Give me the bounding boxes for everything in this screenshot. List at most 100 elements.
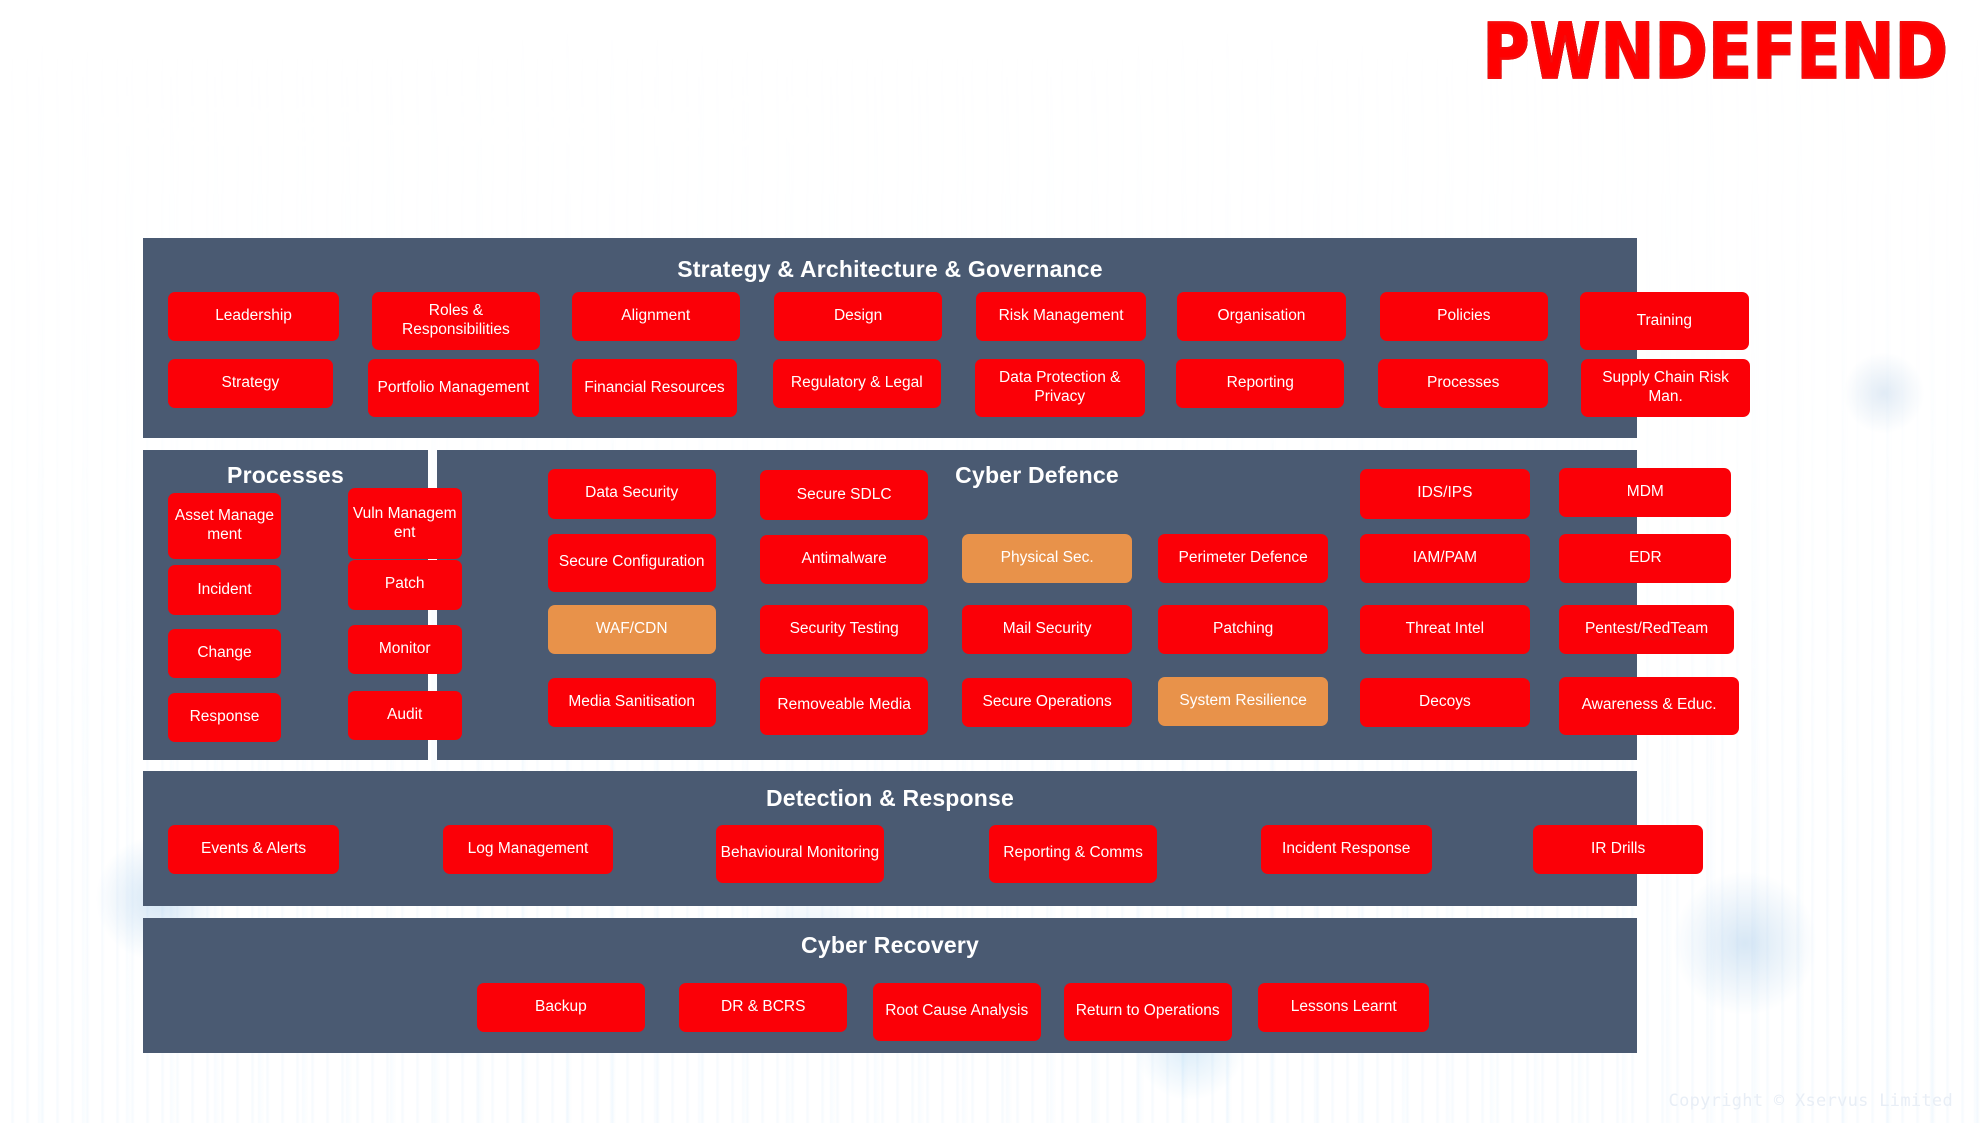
capability-tile-label: Behavioural Monitoring [720, 844, 880, 862]
capability-tile[interactable]: Processes [1378, 359, 1548, 409]
capability-tile[interactable]: Training [1579, 292, 1750, 351]
capability-tile[interactable]: Data Protection & Privacy [975, 359, 1145, 418]
capability-tile-label: Media Sanitisation [568, 693, 696, 711]
capability-tile[interactable]: Awareness & Educ. [1559, 676, 1739, 735]
capability-tile[interactable]: Decoys [1359, 677, 1531, 728]
capability-tile[interactable]: WAF/CDN [547, 604, 716, 654]
capability-tile[interactable]: Log Management [442, 824, 614, 874]
capability-tile[interactable]: IDS/IPS [1359, 469, 1531, 519]
capability-tile-label: Return to Operations [1075, 1002, 1220, 1020]
capability-tile-label: Alignment [621, 307, 691, 325]
capability-tile[interactable]: Audit [347, 690, 462, 740]
capability-tile-label: Vuln Management [352, 504, 457, 541]
capability-tile-label: EDR [1628, 548, 1662, 566]
capability-tile-label: Roles & Responsibilities [402, 302, 510, 339]
capability-tile-label: Data Security [585, 484, 679, 502]
capability-tile[interactable]: Reporting & Comms [988, 824, 1158, 883]
capability-tile-label: Log Management [467, 839, 589, 857]
capability-tile[interactable]: Regulatory & Legal [772, 359, 941, 409]
capability-tile[interactable]: Physical Sec. [962, 533, 1132, 583]
capability-tile-label: Organisation [1217, 307, 1306, 325]
capability-tile[interactable]: Alignment [571, 292, 740, 342]
capability-tile[interactable]: Security Testing [760, 604, 929, 654]
capability-tile[interactable]: Patch [347, 560, 462, 610]
capability-tile-label: Design [833, 307, 883, 325]
capability-tile[interactable]: Monitor [347, 624, 462, 675]
capability-tile[interactable]: Strategy [168, 359, 333, 409]
capability-tile[interactable]: Removeable Media [760, 676, 929, 735]
capability-tile[interactable]: Secure Configuration [547, 533, 716, 592]
capability-tile[interactable]: Financial Resources [571, 359, 738, 418]
capability-tile[interactable]: Antimalware [760, 534, 929, 585]
section-strategy-title: Strategy & Architecture & Governance [677, 256, 1103, 282]
capability-tile[interactable]: Organisation [1177, 292, 1346, 342]
capability-tile[interactable]: Risk Management [976, 292, 1146, 342]
capability-tile[interactable]: Mail Security [962, 604, 1132, 654]
section-detection-response-title: Detection & Response [765, 785, 1015, 811]
capability-tile-label: Secure SDLC [796, 485, 892, 503]
capability-tile[interactable]: Behavioural Monitoring [715, 824, 884, 883]
capability-tile[interactable]: Secure Operations [962, 677, 1132, 728]
capability-tile-label: Awareness & Educ. [1581, 696, 1717, 714]
capability-tile[interactable]: Portfolio Management [368, 359, 539, 418]
capability-tile-label: IR Drills [1591, 839, 1646, 857]
capability-tile[interactable]: MDM [1559, 467, 1732, 518]
capability-tile[interactable]: Patching [1158, 604, 1328, 654]
capability-tile-label: Secure Operations [982, 693, 1112, 711]
capability-tile-label: Patch [384, 575, 425, 593]
capability-tile[interactable]: EDR [1559, 533, 1732, 583]
capability-tile[interactable]: Media Sanitisation [547, 677, 716, 728]
capability-tile[interactable]: Backup [476, 982, 645, 1032]
capability-tile-label: Threat Intel [1405, 619, 1485, 637]
capability-tile[interactable]: Response [168, 693, 281, 743]
capability-tile[interactable]: Incident [168, 565, 281, 615]
section-cyber-recovery-title: Cyber Recovery [801, 932, 979, 958]
capability-tile[interactable]: Events & Alerts [168, 824, 339, 874]
capability-tile[interactable]: Policies [1379, 292, 1548, 342]
capability-tile[interactable]: Supply Chain Risk Man. [1580, 359, 1751, 418]
capability-tile-label: System Resilience [1179, 691, 1307, 709]
capability-tile-label: Supply Chain Risk Man. [1602, 369, 1729, 406]
capability-tile[interactable]: Asset Management [168, 493, 281, 559]
capability-tile[interactable]: Change [168, 628, 281, 678]
capability-tile-label: MDM [1626, 483, 1664, 501]
capability-tile[interactable]: Root Cause Analysis [872, 982, 1041, 1041]
capability-tile[interactable]: Lessons Learnt [1258, 982, 1430, 1032]
capability-tile-label: Portfolio Management [377, 378, 530, 396]
capability-tile[interactable]: Roles & Responsibilities [371, 292, 540, 351]
capability-tile-label: Change [197, 643, 252, 661]
capability-tile[interactable]: Pentest/RedTeam [1559, 604, 1734, 654]
capability-tile-label: Audit [387, 705, 423, 723]
capability-tile-label: Incident Response [1282, 839, 1411, 857]
capability-tile-label: Reporting [1226, 374, 1294, 392]
capability-tile[interactable]: System Resilience [1158, 676, 1328, 726]
capability-tile-label: Pentest/RedTeam [1584, 619, 1709, 637]
capability-tile-label: Removeable Media [777, 696, 911, 714]
capability-tile[interactable]: Return to Operations [1063, 982, 1232, 1041]
capability-tile[interactable]: Data Security [547, 469, 716, 519]
capability-tile[interactable]: Threat Intel [1359, 604, 1531, 654]
capability-tile[interactable]: Incident Response [1260, 824, 1432, 874]
capability-tile[interactable]: Reporting [1176, 359, 1345, 409]
capability-tile[interactable]: Perimeter Defence [1158, 533, 1328, 583]
capability-tile[interactable]: Design [773, 292, 943, 342]
capability-tile[interactable]: Vuln Management [347, 488, 462, 559]
capability-tile[interactable]: DR & BCRS [679, 982, 848, 1032]
capability-tile-label: Secure Configuration [558, 553, 705, 571]
capability-tile-label: Leadership [215, 307, 292, 325]
capability-tile-label: Reporting & Comms [1003, 844, 1143, 862]
capability-tile-label: Patching [1212, 619, 1274, 637]
capability-tile[interactable]: IR Drills [1532, 824, 1704, 874]
pwndefend-logo: PWNDEFEND [1482, 12, 1949, 90]
capability-tile-label: Strategy [221, 374, 280, 392]
capability-tile[interactable]: Secure SDLC [760, 470, 929, 520]
capability-tile-label: Data Protection & Privacy [999, 369, 1121, 406]
capability-tile-label: Incident [197, 580, 252, 598]
capability-tile-label: Root Cause Analysis [885, 1002, 1029, 1020]
capability-tile[interactable]: Leadership [168, 292, 339, 342]
capability-tile-label: Security Testing [789, 619, 899, 637]
capability-tile-label: Asset Management [174, 507, 274, 544]
capability-tile[interactable]: IAM/PAM [1359, 533, 1531, 583]
capability-tile-label: DR & BCRS [721, 997, 806, 1015]
capability-tile-label: Decoys [1419, 693, 1471, 711]
